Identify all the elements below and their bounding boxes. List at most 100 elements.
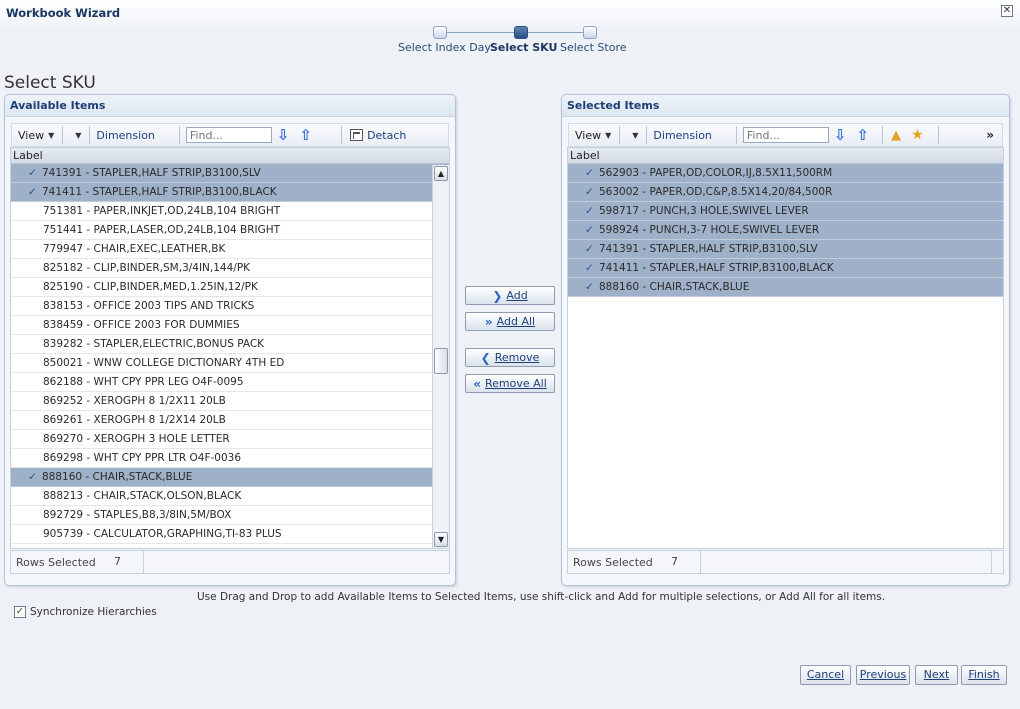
table-row[interactable]: 838459 - OFFICE 2003 FOR DUMMIES [11,316,449,335]
caret-down-icon: ▼ [75,130,82,140]
toolbar-separator [89,126,91,144]
train-step-store-node[interactable] [583,26,597,39]
toolbar-separator [646,126,648,144]
toolbar-separator [937,126,939,144]
available-footer: Rows Selected 7 [10,550,450,574]
table-row[interactable]: ✓ 888160 - CHAIR,STACK,BLUE [568,278,1003,297]
vertical-scrollbar[interactable]: ▲ ▼ [432,165,449,548]
row-label: 562903 - PAPER,OD,COLOR,IJ,8.5X11,500RM [599,167,833,179]
table-row[interactable]: ✓ 741411 - STAPLER,HALF STRIP,B3100,BLACK [568,259,1003,278]
previous-label: Previous [859,668,907,681]
arrow-up-icon[interactable]: ⇧ [299,126,312,144]
star-icon[interactable]: ★ [911,127,924,143]
available-items-table: Label ✓ 741391 - STAPLER,HALF STRIP,B3100… [10,147,450,549]
available-find-input[interactable] [185,127,272,143]
table-row[interactable]: ✓ 563002 - PAPER,OD,C&P,8.5X14,20/84,500R [568,183,1003,202]
check-icon: ✓ [585,224,594,236]
toolbar-separator [735,126,737,144]
wizard-train: Select Index Day Select SKU Select Store [0,26,1020,56]
table-row[interactable]: 838153 - OFFICE 2003 TIPS AND TRICKS [11,297,449,316]
table-row[interactable]: 825182 - CLIP,BINDER,SM,3/4IN,144/PK [11,259,449,278]
table-row[interactable]: 869261 - XEROGPH 8 1/2X14 20LB [11,411,449,430]
table-row[interactable]: 888213 - CHAIR,STACK,OLSON,BLACK [11,487,449,506]
table-row[interactable]: 862188 - WHT CPY PPR LEG O4F-0095 [11,373,449,392]
row-label: 888213 - CHAIR,STACK,OLSON,BLACK [43,490,242,502]
table-row[interactable]: ✓ 598924 - PUNCH,3-7 HOLE,SWIVEL LEVER [568,221,1003,240]
table-row[interactable]: 869252 - XEROGPH 8 1/2X11 20LB [11,392,449,411]
next-button[interactable]: Next [915,665,958,685]
train-step-store[interactable]: Select Store [560,41,627,54]
double-chevron-left-icon: « [473,376,481,391]
title-bar: Workbook Wizard ✕ [0,0,1020,26]
table-row[interactable]: 850021 - WNW COLLEGE DICTIONARY 4TH ED [11,354,449,373]
row-label: 825190 - CLIP,BINDER,MED,1.25IN,12/PK [43,281,258,293]
row-label: 751441 - PAPER,LASER,OD,24LB,104 BRIGHT [43,224,281,236]
add-all-button[interactable]: » Add All [465,312,555,331]
train-step-index-day[interactable]: Select Index Day [398,41,491,54]
dimension-label: Dimension [653,128,712,142]
table-row[interactable]: 779947 - CHAIR,EXEC,LEATHER,BK [11,240,449,259]
table-row[interactable]: 751381 - PAPER,INKJET,OD,24LB,104 BRIGHT [11,202,449,221]
instruction-text: Use Drag and Drop to add Available Items… [197,591,886,603]
view-menu[interactable]: View ▼ [569,125,617,145]
folder-icon[interactable]: ▲ [891,128,901,143]
table-row[interactable]: 892729 - STAPLES,B8,3/8IN,5M/BOX [11,506,449,525]
column-header-label[interactable]: Label [11,148,449,164]
detach-label: Detach [367,128,407,142]
close-icon[interactable]: ✕ [1001,5,1013,17]
cancel-label: Cancel [806,668,845,681]
selected-find-input[interactable] [742,127,829,143]
remove-button[interactable]: ❮ Remove [465,348,555,367]
table-row[interactable]: ✓ 741411 - STAPLER,HALF STRIP,B3100,BLACK [11,183,449,202]
arrow-down-icon[interactable]: ⇩ [834,126,847,144]
table-row[interactable]: ✓ 741391 - STAPLER,HALF STRIP,B3100,SLV [11,164,449,183]
table-row[interactable]: 905739 - CALCULATOR,GRAPHING,TI-83 PLUS [11,525,449,544]
caret-down-icon: ▼ [48,130,55,140]
train-step-index-day-node[interactable] [433,26,447,39]
table-row[interactable]: 908600 - REMOVER,STAPLE,PUSH TYPE,CARD [11,544,449,548]
rows-selected-count: 7 [661,551,701,573]
table-row[interactable]: ✓ 598717 - PUNCH,3 HOLE,SWIVEL LEVER [568,202,1003,221]
arrow-down-icon[interactable]: ⇩ [277,126,290,144]
previous-button[interactable]: Previous [856,665,910,685]
remove-all-button[interactable]: «Remove All [465,374,555,393]
finish-button[interactable]: Finish [961,665,1007,685]
view-menu[interactable]: View ▼ [12,125,60,145]
dimension-label: Dimension [96,128,155,142]
column-header-label[interactable]: Label [568,148,1003,164]
row-label: 741411 - STAPLER,HALF STRIP,B3100,BLACK [42,186,277,198]
table-row[interactable]: ✓ 562903 - PAPER,OD,COLOR,IJ,8.5X11,500RM [568,164,1003,183]
table-row[interactable]: ✓ 741391 - STAPLER,HALF STRIP,B3100,SLV [568,240,1003,259]
cancel-button[interactable]: Cancel [800,665,851,685]
dimension-menu[interactable]: ▼ Dimension [65,125,161,145]
scroll-down-icon[interactable]: ▼ [434,532,448,547]
table-row[interactable]: 751441 - PAPER,LASER,OD,24LB,104 BRIGHT [11,221,449,240]
view-label: View [18,128,45,142]
row-label: 888160 - CHAIR,STACK,BLUE [599,281,750,293]
row-label: 825182 - CLIP,BINDER,SM,3/4IN,144/PK [43,262,251,274]
row-label: 892729 - STAPLES,B8,3/8IN,5M/BOX [43,509,232,521]
table-row[interactable]: 839282 - STAPLER,ELECTRIC,BONUS PACK [11,335,449,354]
synchronize-hierarchies-option[interactable]: ✓ Synchronize Hierarchies [14,606,157,618]
table-row[interactable]: 869270 - XEROGPH 3 HOLE LETTER [11,430,449,449]
table-row[interactable]: ✓ 888160 - CHAIR,STACK,BLUE [11,468,449,487]
dimension-menu[interactable]: ▼ Dimension [622,125,718,145]
table-row[interactable]: 825190 - CLIP,BINDER,MED,1.25IN,12/PK [11,278,449,297]
toolbar-separator [62,126,64,144]
row-label: 741391 - STAPLER,HALF STRIP,B3100,SLV [42,167,261,179]
row-label: 598924 - PUNCH,3-7 HOLE,SWIVEL LEVER [599,224,820,236]
rows-selected-label: Rows Selected [16,555,96,569]
scroll-thumb[interactable] [434,348,448,374]
scroll-up-icon[interactable]: ▲ [434,166,448,181]
table-row[interactable]: 869298 - WHT CPY PPR LTR O4F-0036 [11,449,449,468]
synchronize-checkbox[interactable]: ✓ [14,606,26,618]
available-items-panel: Available Items View▼ ▼ Dimension ⇩ ⇧ De… [4,94,456,586]
check-icon: ✓ [585,281,594,293]
add-button[interactable]: ❯ Add [465,286,555,305]
more-icon[interactable]: » [986,128,1002,142]
next-label: Next [923,668,950,681]
arrow-up-icon[interactable]: ⇧ [856,126,869,144]
chevron-left-icon: ❮ [480,350,491,365]
detach-button[interactable]: Detach [344,125,412,145]
rows-selected-count: 7 [104,551,144,573]
